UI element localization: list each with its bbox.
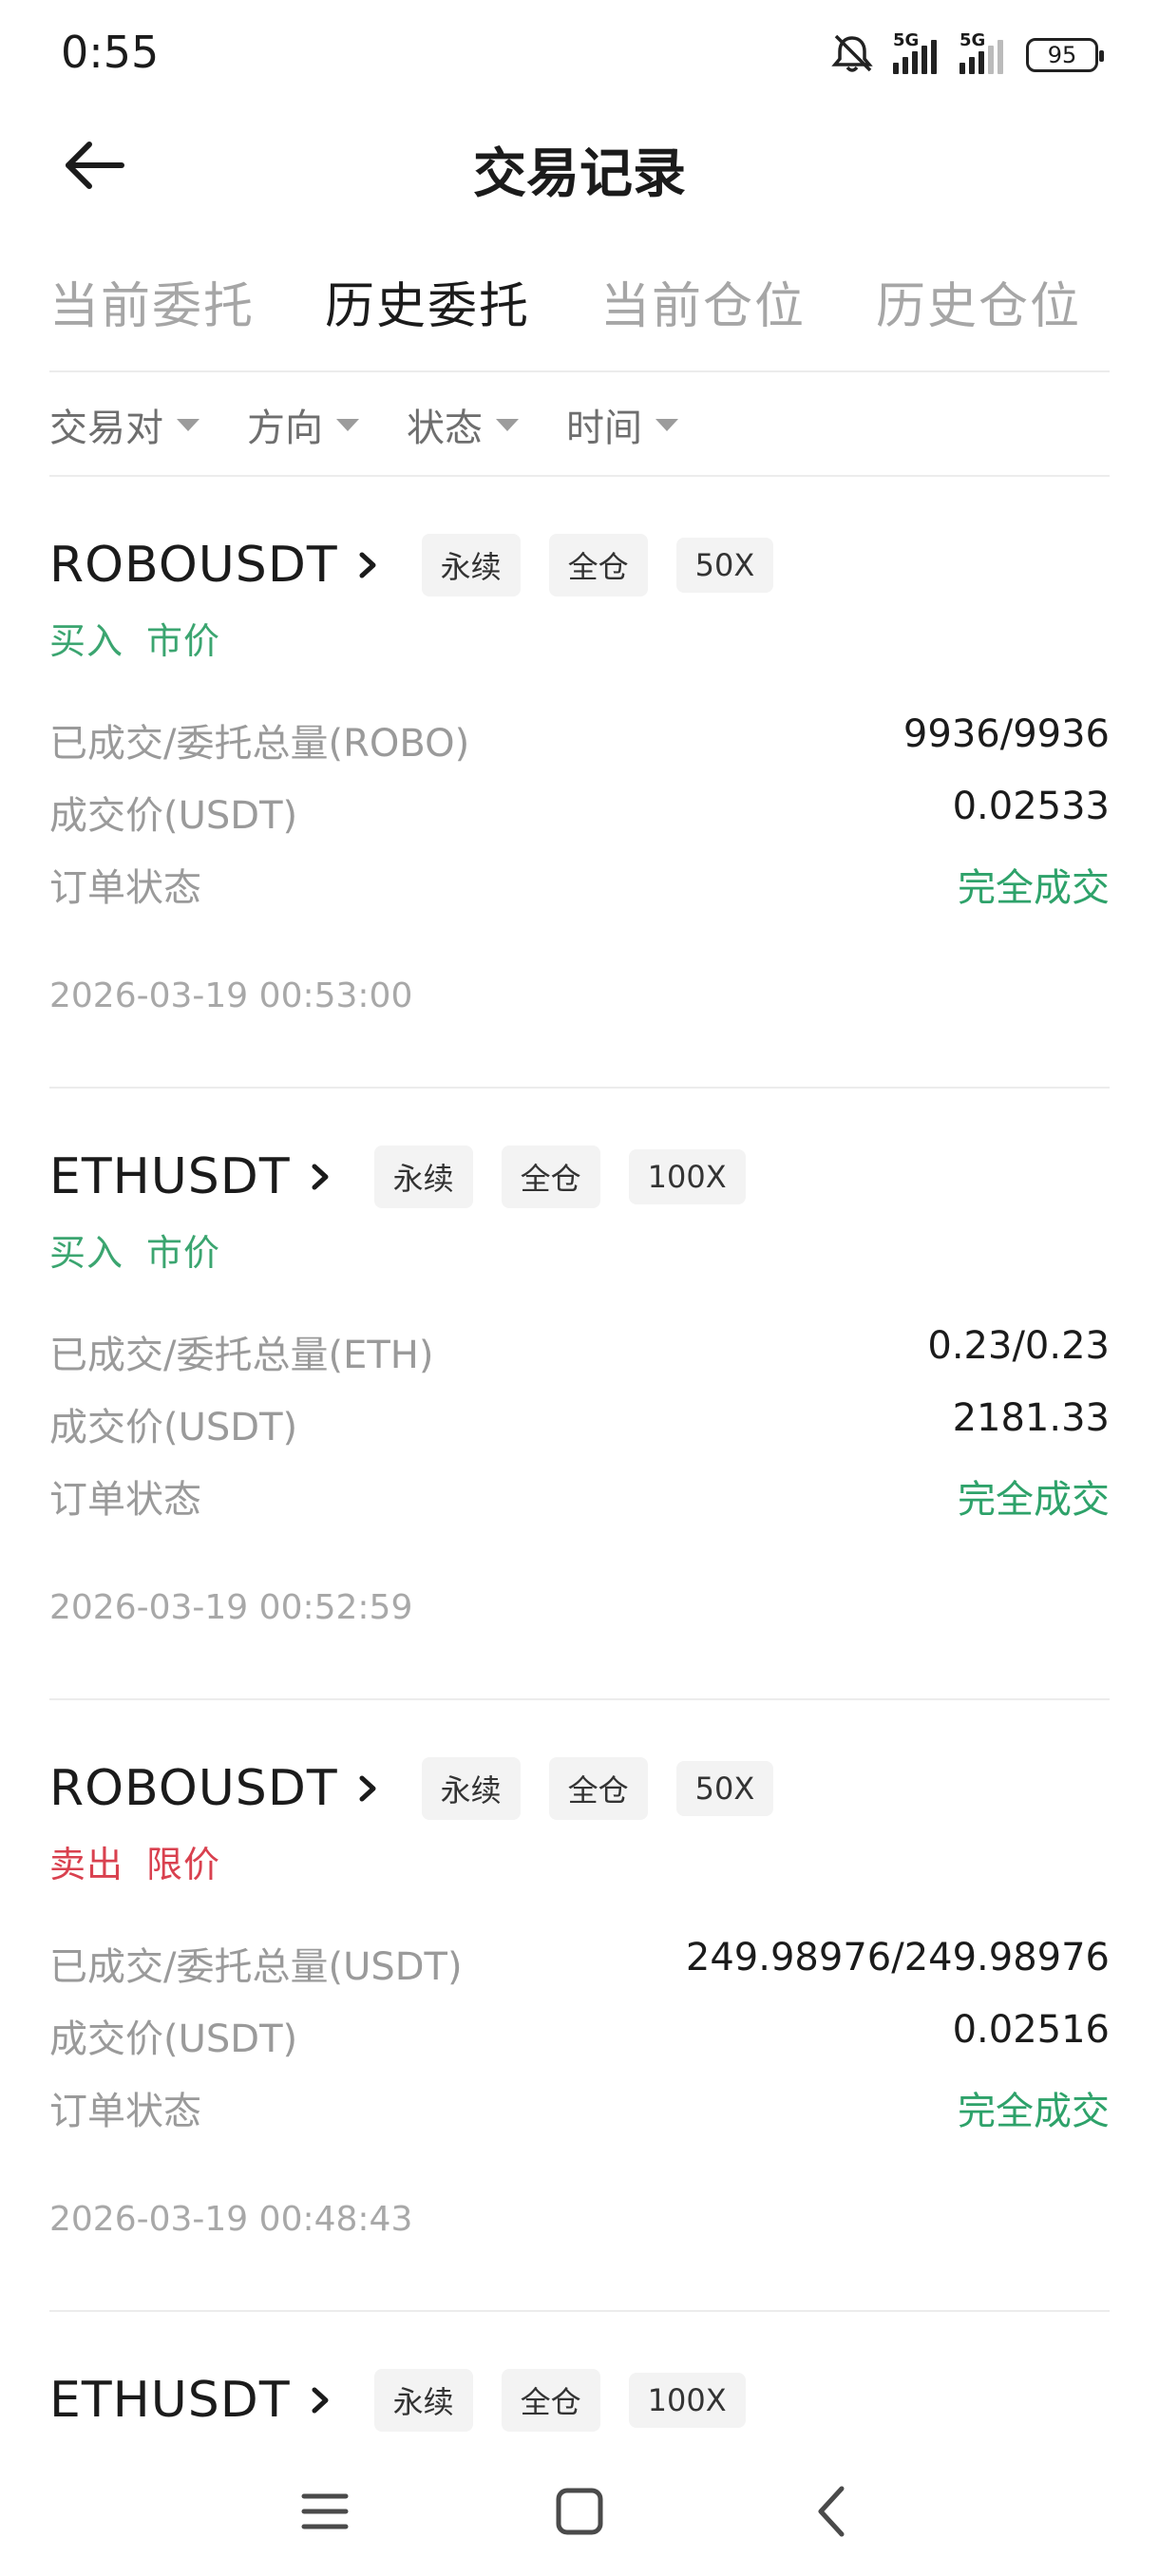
price-row: 成交价(USDT) 0.02516	[49, 2008, 1110, 2061]
filled-row: 已成交/委托总量(ROBO) 9936/9936	[49, 712, 1110, 766]
order-symbol-link[interactable]: ETHUSDT	[49, 2372, 336, 2429]
filter-time[interactable]: 时间	[566, 397, 678, 452]
order-card-header: ROBOUSDT 永续 全仓 50X	[49, 532, 774, 598]
battery-icon: 95	[1026, 38, 1104, 72]
order-side: 买入 市价	[49, 1232, 221, 1274]
order-card: ETHUSDT 永续 全仓 100X	[49, 2367, 1110, 2443]
order-symbol-link[interactable]: ROBOUSDT	[49, 1760, 384, 1817]
tag-leverage: 100X	[628, 2373, 746, 2428]
menu-icon	[301, 2493, 349, 2529]
status-row: 订单状态 完全成交	[49, 866, 1110, 910]
order-card: ROBOUSDT 永续 全仓 50X 卖出 限价 已成交/委托总量(USDT) 24…	[49, 1755, 1110, 2249]
tag-leverage: 50X	[675, 1761, 774, 1816]
order-symbol-link[interactable]: ETHUSDT	[49, 1148, 336, 1205]
header: 交易记录	[0, 114, 1159, 218]
chevron-right-icon	[359, 1775, 376, 1802]
tag-perpetual: 永续	[373, 2369, 473, 2432]
tag-margin-mode: 全仓	[548, 1757, 648, 1820]
tab-bar: 当前委托 历史委托 当前仓位 历史仓位	[49, 266, 1151, 337]
caret-down-icon	[656, 418, 678, 431]
order-card-header: ETHUSDT 永续 全仓 100X	[49, 1144, 746, 1210]
filter-direction[interactable]: 方向	[247, 397, 359, 452]
order-timestamp: 2026-03-19 00:48:43	[49, 2200, 413, 2239]
tab-order-history[interactable]: 历史委托	[325, 266, 530, 337]
filter-bar: 交易对 方向 状态 时间	[49, 397, 726, 452]
divider	[49, 2310, 1110, 2312]
order-card-header: ETHUSDT 永续 全仓 100X	[49, 2367, 746, 2434]
tag-leverage: 100X	[628, 1149, 746, 1204]
chevron-right-icon	[359, 552, 376, 578]
status-row: 订单状态 完全成交	[49, 2090, 1110, 2133]
order-symbol-link[interactable]: ROBOUSDT	[49, 537, 384, 594]
home-button[interactable]	[542, 2473, 618, 2549]
order-card: ROBOUSDT 永续 全仓 50X 买入 市价 已成交/委托总量(ROBO) 99…	[49, 532, 1110, 1026]
tab-current-positions[interactable]: 当前仓位	[600, 266, 806, 337]
price-row: 成交价(USDT) 2181.33	[49, 1396, 1110, 1449]
divider	[49, 475, 1110, 477]
filter-status[interactable]: 状态	[407, 397, 519, 452]
tab-current-orders[interactable]: 当前委托	[49, 266, 255, 337]
tag-margin-mode: 全仓	[548, 534, 648, 597]
status-bar: 0:55 5G 5G 95	[0, 0, 1159, 114]
caret-down-icon	[177, 418, 200, 431]
page-title: 交易记录	[473, 143, 686, 205]
chevron-right-icon	[312, 2387, 329, 2414]
tag-leverage: 50X	[675, 538, 774, 593]
filled-row: 已成交/委托总量(USDT) 249.98976/249.98976	[49, 1936, 1110, 1989]
tag-margin-mode: 全仓	[501, 2369, 600, 2432]
chevron-left-icon	[818, 2486, 845, 2537]
order-timestamp: 2026-03-19 00:53:00	[49, 976, 413, 1015]
status-icons: 5G 5G 95	[828, 30, 1104, 78]
tag-perpetual: 永续	[421, 1757, 521, 1820]
order-side: 卖出 限价	[49, 1844, 221, 1885]
mute-icon	[828, 32, 876, 78]
status-time: 0:55	[61, 27, 160, 78]
system-nav-bar	[0, 2451, 1159, 2576]
filter-pair[interactable]: 交易对	[49, 397, 200, 452]
tag-perpetual: 永续	[421, 534, 521, 597]
order-card-header: ROBOUSDT 永续 全仓 50X	[49, 1755, 774, 1822]
divider	[49, 1087, 1110, 1089]
order-timestamp: 2026-03-19 00:52:59	[49, 1588, 413, 1627]
divider	[49, 370, 1110, 372]
signal-icon: 5G	[893, 30, 942, 74]
signal-icon: 5G	[960, 30, 1009, 74]
order-side: 买入 市价	[49, 620, 221, 662]
status-row: 订单状态 完全成交	[49, 1478, 1110, 1522]
caret-down-icon	[336, 418, 359, 431]
filled-row: 已成交/委托总量(ETH) 0.23/0.23	[49, 1324, 1110, 1377]
system-back-button[interactable]	[794, 2473, 870, 2549]
order-card: ETHUSDT 永续 全仓 100X 买入 市价 已成交/委托总量(ETH) 0.2…	[49, 1144, 1110, 1638]
caret-down-icon	[496, 418, 519, 431]
tab-position-history[interactable]: 历史仓位	[876, 266, 1081, 337]
square-icon	[556, 2488, 603, 2535]
divider	[49, 1698, 1110, 1700]
tag-perpetual: 永续	[373, 1146, 473, 1208]
price-row: 成交价(USDT) 0.02533	[49, 785, 1110, 838]
tag-margin-mode: 全仓	[501, 1146, 600, 1208]
recent-apps-button[interactable]	[287, 2473, 363, 2549]
chevron-right-icon	[312, 1164, 329, 1190]
